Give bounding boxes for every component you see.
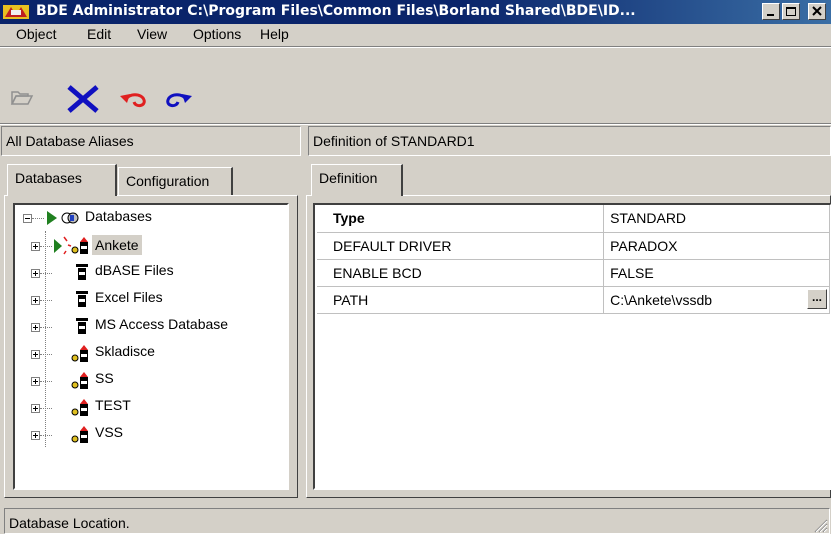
status-bar: Database Location. (0, 505, 831, 534)
property-name: ENABLE BCD (317, 259, 605, 287)
menu-object[interactable]: Object (16, 26, 56, 42)
menu-view[interactable]: View (137, 26, 167, 42)
minimize-icon (767, 14, 774, 16)
collapse-databases-toggle[interactable] (23, 214, 32, 223)
maximize-button[interactable] (782, 3, 800, 20)
maximize-icon (786, 7, 796, 16)
property-name: Type (317, 205, 605, 233)
bde-app-icon (3, 5, 29, 19)
tree-item-msaccess[interactable]: MS Access Database (95, 316, 228, 332)
tab-configuration-label: Configuration (126, 173, 210, 189)
undo-icon[interactable] (118, 90, 152, 110)
expand-test-toggle[interactable] (31, 404, 40, 413)
tab-configuration[interactable]: Configuration (118, 167, 233, 196)
alias-icon (71, 345, 88, 362)
tree-root-label[interactable]: Databases (85, 208, 152, 224)
table-row[interactable]: PATH C:\Ankete\vssdb (317, 286, 830, 314)
menu-bar: Object Edit View Options Help (0, 24, 831, 46)
redo-icon[interactable] (160, 90, 194, 110)
property-value[interactable]: STANDARD (603, 205, 830, 233)
menu-edit[interactable]: Edit (87, 26, 111, 42)
expand-skladisce-toggle[interactable] (31, 350, 40, 359)
table-row[interactable]: Type STANDARD (317, 205, 830, 233)
databases-icon (61, 212, 79, 224)
alias-icon (71, 399, 88, 416)
menu-help[interactable]: Help (260, 26, 289, 42)
expand-ankete-toggle[interactable] (31, 242, 40, 251)
driver-icon (76, 291, 88, 307)
expand-excel-toggle[interactable] (31, 296, 40, 305)
tree-item-skladisce[interactable]: Skladisce (95, 343, 155, 359)
play-arrow-icon (47, 211, 57, 225)
expand-vss-toggle[interactable] (31, 431, 40, 440)
database-tree[interactable]: Databases Ankete dBASE Files Excel Files… (13, 203, 289, 490)
path-input[interactable]: C:\Ankete\vssdb (610, 292, 712, 308)
driver-icon (76, 318, 88, 334)
path-value-cell[interactable]: C:\Ankete\vssdb (603, 286, 830, 314)
title-bar[interactable]: BDE Administrator C:\Program Files\Commo… (0, 0, 831, 24)
right-pane-header: Definition of STANDARD1 (308, 126, 831, 156)
property-name: DEFAULT DRIVER (317, 232, 605, 260)
databases-panel: Databases Ankete dBASE Files Excel Files… (4, 195, 298, 498)
menu-options[interactable]: Options (193, 26, 241, 42)
property-value[interactable]: PARADOX (603, 232, 830, 260)
tree-item-vss[interactable]: VSS (95, 424, 123, 440)
tab-definition-label: Definition (319, 170, 378, 186)
tab-databases[interactable]: Databases (7, 164, 117, 196)
alias-icon (71, 426, 88, 443)
delete-icon[interactable] (64, 84, 102, 114)
close-icon (812, 6, 822, 16)
tree-item-test[interactable]: TEST (95, 397, 131, 413)
alias-icon (71, 372, 88, 389)
active-alias-icon (54, 236, 72, 255)
tree-item-ss[interactable]: SS (95, 370, 114, 386)
table-row[interactable]: ENABLE BCD FALSE (317, 259, 830, 287)
browse-button-label: ... (811, 290, 822, 304)
driver-icon (76, 264, 88, 280)
window-title: BDE Administrator C:\Program Files\Commo… (36, 3, 636, 19)
definition-grid: Type STANDARD DEFAULT DRIVER PARADOX ENA… (317, 205, 830, 314)
browse-path-button[interactable]: ... (807, 289, 827, 309)
tab-definition[interactable]: Definition (311, 164, 403, 196)
tree-item-dbase[interactable]: dBASE Files (95, 262, 174, 278)
left-pane-header: All Database Aliases (1, 126, 301, 156)
open-icon[interactable] (10, 88, 34, 108)
tree-item-ankete[interactable]: Ankete (92, 235, 142, 255)
property-name: PATH (317, 286, 605, 314)
minimize-button[interactable] (762, 3, 780, 20)
property-value[interactable]: FALSE (603, 259, 830, 287)
resize-grip-icon[interactable] (814, 519, 828, 533)
definition-panel: Type STANDARD DEFAULT DRIVER PARADOX ENA… (306, 195, 831, 498)
alias-icon (71, 237, 88, 254)
expand-dbase-toggle[interactable] (31, 269, 40, 278)
tree-item-excel[interactable]: Excel Files (95, 289, 163, 305)
expand-msaccess-toggle[interactable] (31, 323, 40, 332)
table-row[interactable]: DEFAULT DRIVER PARADOX (317, 232, 830, 260)
tab-databases-label: Databases (15, 170, 82, 186)
status-text: Database Location. (4, 508, 830, 534)
close-button[interactable] (808, 3, 826, 20)
expand-ss-toggle[interactable] (31, 377, 40, 386)
definition-grid-container: Type STANDARD DEFAULT DRIVER PARADOX ENA… (313, 203, 831, 490)
